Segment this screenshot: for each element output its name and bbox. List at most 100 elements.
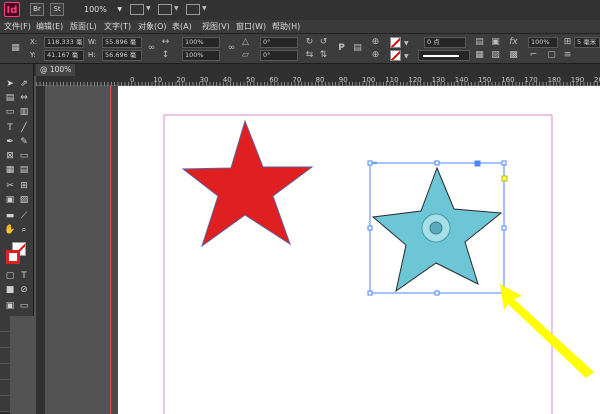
panel-tab[interactable] [0, 332, 10, 348]
zoom-tool-icon[interactable]: ⌕ [18, 224, 30, 236]
panel-tab[interactable] [0, 364, 10, 380]
handle-middle-right[interactable] [501, 225, 507, 231]
anchor-point-marker[interactable] [474, 160, 481, 167]
menu-view[interactable]: 视图(V) [202, 21, 230, 33]
screen-mode-icon[interactable] [158, 4, 172, 15]
apply-color-icon[interactable]: ■ [4, 284, 16, 296]
handle-bottom-center[interactable] [434, 290, 440, 296]
drop-shadow-toggle-icon[interactable]: ▨ [490, 50, 501, 61]
handle-bottom-left[interactable] [367, 290, 373, 296]
gradient-swatch-tool-icon[interactable]: ▣ [4, 194, 16, 206]
menu-help[interactable]: 帮助(H) [272, 21, 300, 33]
menu-window[interactable]: 窗口(W) [236, 21, 266, 33]
object-style-icon[interactable]: ▦ [474, 50, 485, 61]
stroke-swatch[interactable] [390, 50, 401, 61]
frame-fitting-icon[interactable]: ▢ [546, 50, 557, 61]
flip-vertical-icon[interactable]: ⇅ [318, 50, 329, 61]
stock-button[interactable]: St [50, 3, 64, 16]
hand-tool-icon[interactable]: ✋ [4, 224, 16, 236]
menu-table[interactable]: 表(A) [172, 21, 192, 33]
document-canvas[interactable]: ∞ [46, 86, 600, 414]
vertical-ruler[interactable] [36, 86, 46, 414]
fitting-icon[interactable]: ⊞ [562, 37, 573, 48]
grid-tool-icon[interactable]: ▤ [18, 164, 30, 176]
red-star[interactable] [181, 119, 314, 248]
free-transform-tool-icon[interactable]: ⊞ [18, 180, 30, 192]
text-wrap-icon[interactable]: ▤ [474, 37, 485, 48]
handle-top-right[interactable] [501, 160, 507, 166]
handle-top-center[interactable] [434, 160, 440, 166]
menu-edit[interactable]: 编辑(E) [36, 21, 63, 33]
opacity-field[interactable]: 100% [528, 37, 558, 48]
stroke-type-dropdown[interactable] [418, 50, 470, 61]
select-container-icon[interactable]: ▤ [352, 43, 363, 54]
pen-tool-icon[interactable]: ✒ [4, 136, 16, 148]
selection-tool-icon[interactable]: ➤ [4, 78, 16, 90]
formatting-text-icon[interactable]: T [18, 270, 30, 282]
screen-mode-tool-icon[interactable]: ▭ [18, 300, 30, 312]
fill-stroke-control[interactable] [4, 242, 28, 266]
panel-tab[interactable] [0, 316, 10, 332]
corner-size-field[interactable]: 5 毫米 [574, 37, 600, 48]
drop-shadow-icon[interactable]: ▣ [490, 37, 501, 48]
shear-field[interactable]: 0° [260, 50, 298, 61]
pencil-tool-icon[interactable]: ✎ [18, 136, 30, 148]
reference-point-icon[interactable]: ▦ [10, 43, 21, 54]
x-field[interactable]: 118.333 毫 [44, 37, 84, 48]
width-field[interactable]: 55.896 毫 [102, 37, 142, 48]
direct-selection-tool-icon[interactable]: ⇗ [18, 78, 30, 90]
horizontal-ruler[interactable]: 0 10 20 30 40 50 60 70 80 90 100 110 120 130 140 150 160… [36, 76, 600, 86]
constrain-proportions-icon[interactable]: ∞ [146, 43, 157, 54]
type-tool-icon[interactable]: T [4, 122, 16, 134]
document-tab[interactable]: @ 100% [36, 64, 76, 76]
fill-swatch-box[interactable] [6, 250, 20, 264]
scale-x-field[interactable]: 100% [182, 37, 220, 48]
scale-y-field[interactable]: 100% [182, 50, 220, 61]
scissors-tool-icon[interactable]: ✂ [4, 180, 16, 192]
page-tool-icon[interactable]: ▤ [4, 92, 16, 104]
menu-object[interactable]: 对象(O) [138, 21, 167, 33]
rectangle-frame-tool-icon[interactable]: ⊠ [4, 150, 16, 162]
handle-middle-left[interactable] [367, 225, 373, 231]
corner-options-handle[interactable] [501, 175, 508, 182]
flip-horizontal-icon[interactable]: ⇆ [304, 50, 315, 61]
normal-view-icon[interactable]: ▣ [4, 300, 16, 312]
panel-tab[interactable] [0, 348, 10, 364]
content-collector-icon[interactable]: ▭ [4, 106, 16, 118]
scale-lock-icon[interactable]: ∞ [226, 43, 237, 54]
panel-tab[interactable] [0, 380, 10, 396]
arrange-documents-icon[interactable] [186, 4, 200, 15]
menu-layout[interactable]: 版面(L) [70, 21, 97, 33]
table-tool-icon[interactable]: ▦ [4, 164, 16, 176]
effects-toggle-icon[interactable]: ▩ [508, 50, 519, 61]
select-next-icon[interactable]: ⊕ [370, 50, 381, 61]
panel-tab[interactable] [0, 396, 10, 412]
formatting-container-icon[interactable]: ▢ [4, 270, 16, 282]
apply-none-icon[interactable]: ⊘ [18, 284, 30, 296]
fill-swatch[interactable] [390, 37, 401, 48]
stroke-weight-field[interactable]: 0 点 [424, 37, 466, 48]
content-placer-icon[interactable]: ▥ [18, 106, 30, 118]
align-icon[interactable]: ≡ [562, 50, 573, 61]
view-options-icon[interactable] [130, 4, 144, 15]
rectangle-tool-icon[interactable]: ▭ [18, 150, 30, 162]
link-icon[interactable]: ∞ [372, 159, 378, 167]
eyedropper-tool-icon[interactable]: ⟋ [18, 210, 30, 222]
rotate-field[interactable]: 0° [260, 37, 298, 48]
menu-type[interactable]: 文字(T) [104, 21, 131, 33]
effects-icon[interactable]: fx [508, 37, 519, 48]
paragraph-icon[interactable]: P [336, 43, 347, 54]
bridge-button[interactable]: Br [30, 3, 44, 16]
height-field[interactable]: 56.696 毫 [102, 50, 142, 61]
rotate-ccw-icon[interactable]: ↺ [318, 37, 329, 48]
line-tool-icon[interactable]: ╱ [18, 122, 30, 134]
gap-tool-icon[interactable]: ⇔ [18, 92, 30, 104]
note-tool-icon[interactable]: ▬ [4, 210, 16, 222]
rotate-cw-icon[interactable]: ↻ [304, 37, 315, 48]
y-field[interactable]: 41.167 毫 [44, 50, 84, 61]
gradient-feather-tool-icon[interactable]: ▨ [18, 194, 30, 206]
menu-file[interactable]: 文件(F) [4, 21, 31, 33]
corner-shape-icon[interactable]: ⌐ [528, 50, 539, 61]
zoom-dropdown[interactable]: 100% ▼ [80, 3, 124, 16]
select-previous-icon[interactable]: ⊕ [370, 37, 381, 48]
